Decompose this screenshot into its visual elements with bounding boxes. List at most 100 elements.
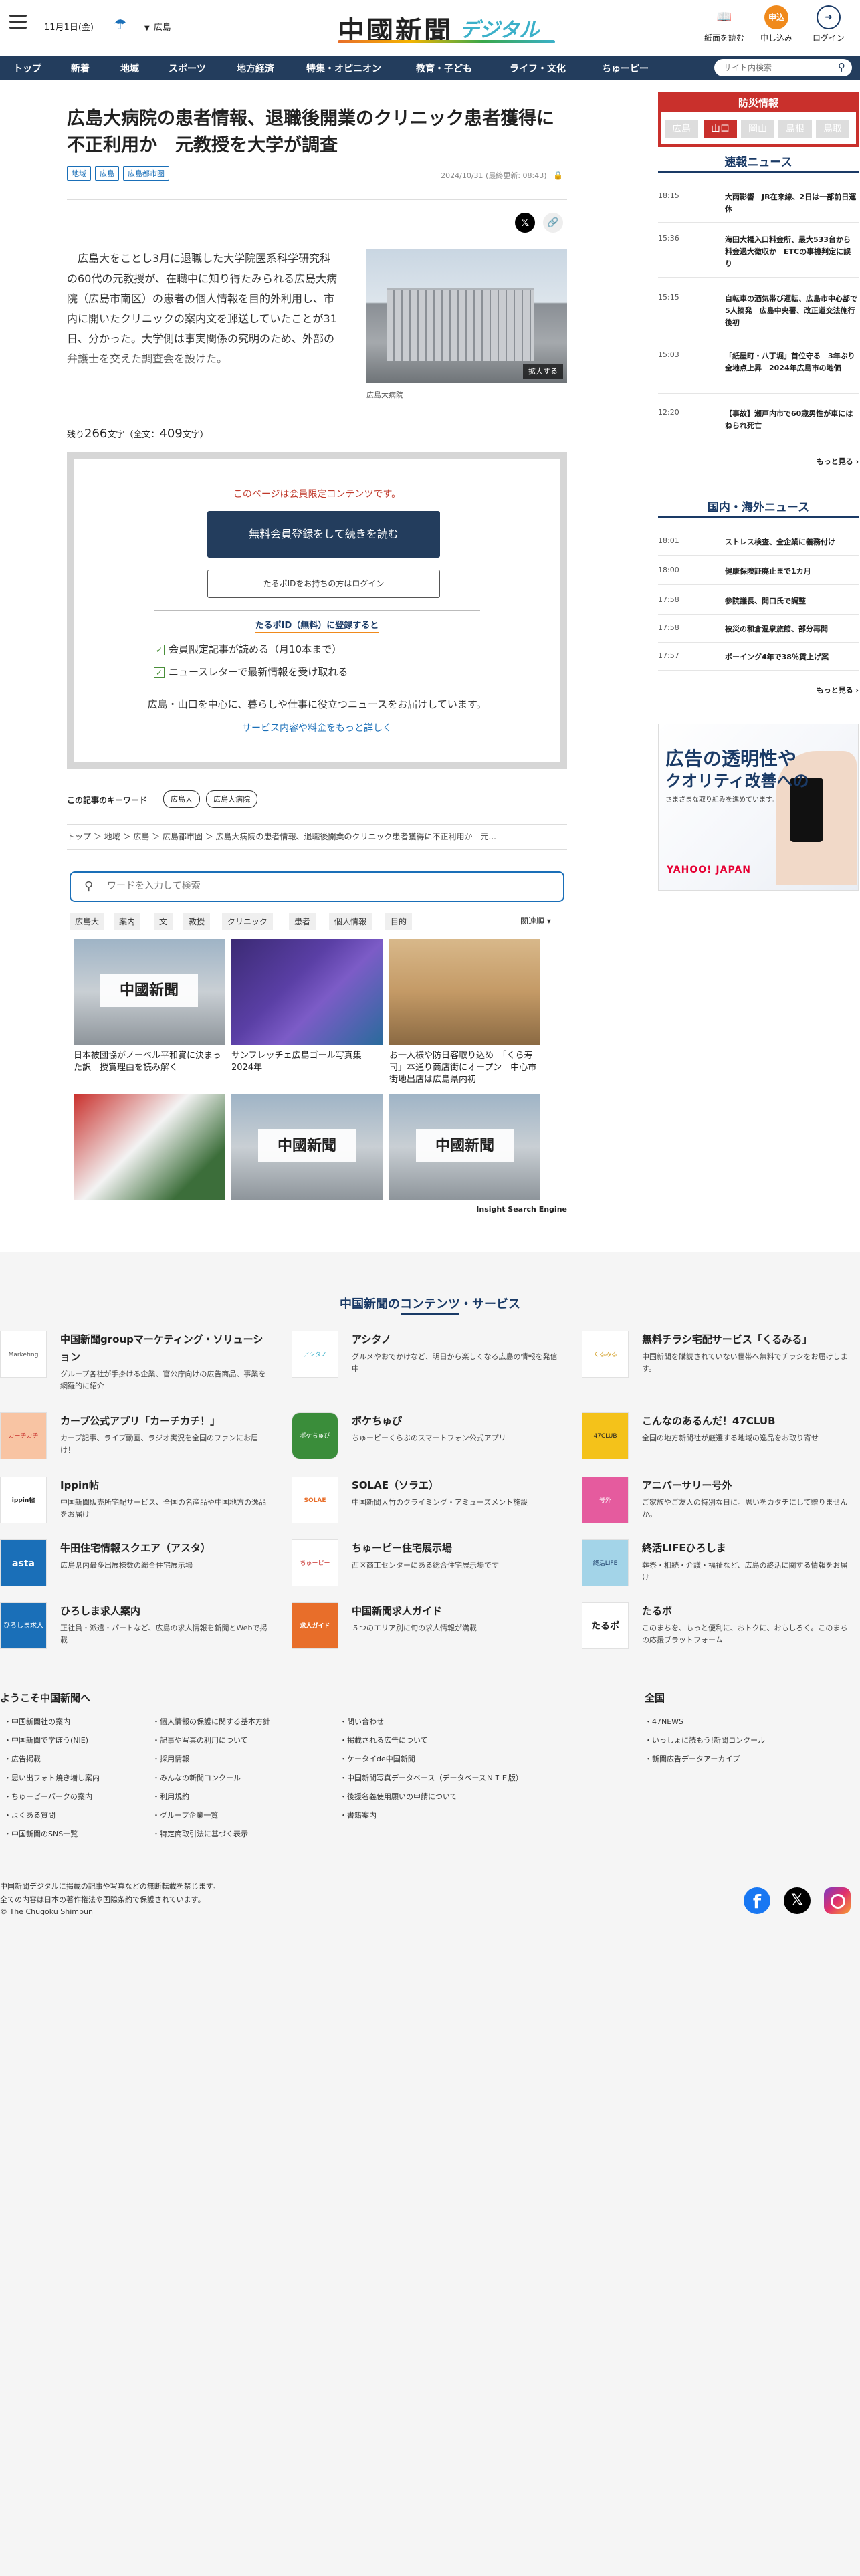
nav-item-top[interactable]: トップ <box>13 62 41 75</box>
service-details-link[interactable]: サービス内容や料金をもっと詳しく <box>74 721 560 734</box>
nav-item-region[interactable]: 地域 <box>120 62 139 75</box>
nav-item-opinion[interactable]: 特集・オピニオン <box>306 62 381 75</box>
insight-search-input[interactable] <box>107 881 508 891</box>
related-word-chip[interactable]: 広島大 <box>70 913 105 930</box>
footer-link[interactable]: いっしょに読もう!新聞コンクール <box>645 1735 765 1745</box>
disaster-tab[interactable]: 山口 <box>704 120 737 138</box>
related-word-chip[interactable]: 患者 <box>289 913 316 930</box>
footer-link[interactable]: 後援名義使用願いの申請について <box>340 1791 457 1802</box>
related-word-chip[interactable]: クリニック <box>222 913 274 930</box>
site-logo[interactable]: 中國新聞 デジタル <box>338 8 555 47</box>
region-selector[interactable]: ▼ 広島 <box>144 20 171 33</box>
footer-link[interactable]: 書籍案内 <box>340 1810 377 1820</box>
copy-link-icon[interactable]: 🔗 <box>543 213 563 233</box>
footer-link[interactable]: 中国新聞社の案内 <box>4 1716 70 1727</box>
footer-link[interactable]: 思い出フォト焼き増し案内 <box>4 1772 100 1783</box>
subscribe-button[interactable]: 申込 申し込み <box>753 5 800 43</box>
service-name: 中国新聞求人ガイド <box>352 1605 443 1617</box>
insight-card[interactable] <box>74 1094 225 1200</box>
card-thumbnail: 中國新聞 <box>231 1094 383 1200</box>
divider <box>658 642 859 643</box>
related-word-chip[interactable]: 個人情報 <box>329 913 372 930</box>
domestic-more-link[interactable]: もっと見る › <box>792 685 859 695</box>
service-logo: asta <box>0 1539 47 1586</box>
keyword-chip[interactable]: 広島大 <box>163 790 200 808</box>
enlarge-button[interactable]: 拡大する <box>523 364 563 379</box>
footer-link[interactable]: 記事や写真の利用について <box>152 1735 248 1745</box>
footer-link[interactable]: よくある質問 <box>4 1810 56 1820</box>
nav-item-education[interactable]: 教育・子ども <box>416 62 472 75</box>
nav-item-life[interactable]: ライフ・文化 <box>510 62 566 75</box>
service-desc: 西区商工センターにある総合住宅展示場です <box>352 1561 499 1570</box>
tag-hiroshima[interactable]: 広島 <box>95 166 119 181</box>
related-word-chip[interactable]: 目的 <box>385 913 413 930</box>
instagram-icon[interactable] <box>824 1887 851 1914</box>
news-headline: 参院議長、開口氏で調整 <box>725 597 806 605</box>
insight-card[interactable]: 中國新聞 日本被団協がノーベル平和賞に決まった訳 授賞理由を読み解く <box>74 939 225 1089</box>
footer-link[interactable]: 広告掲載 <box>4 1753 41 1764</box>
footer-link[interactable]: 個人情報の保護に関する基本方針 <box>152 1716 270 1727</box>
footer-link[interactable]: 利用規約 <box>152 1791 189 1802</box>
footer-link[interactable]: 掲載される広告について <box>340 1735 428 1745</box>
ad-banner[interactable]: 広告の透明性や クオリティ改善への さまざまな取り組みを進めています。 YAHOO… <box>658 724 859 891</box>
disaster-tab[interactable]: 岡山 <box>741 120 774 138</box>
footer-link[interactable]: 中国新聞のSNS一覧 <box>4 1828 78 1839</box>
insight-card[interactable]: お一人様や防日客取り込め 「くら寿司」本通り商店街にオープン 中心市街地出店は広… <box>389 939 540 1089</box>
facebook-icon[interactable]: f <box>744 1887 770 1914</box>
service-name: 終活LIFEひろしま <box>642 1542 726 1554</box>
divider <box>658 584 859 585</box>
nav-item-sports[interactable]: スポーツ <box>169 62 206 75</box>
footer-link[interactable]: ケータイde中国新聞 <box>340 1753 415 1764</box>
card-caption: お一人様や防日客取り込め 「くら寿司」本通り商店街にオープン 中心市街地出店は広… <box>389 1051 537 1085</box>
login-button[interactable]: ➜ ログイン <box>805 5 852 43</box>
service-logo: ポケちゅぴ <box>292 1412 338 1459</box>
region-label: 広島 <box>153 23 171 33</box>
related-word-chip[interactable]: 案内 <box>114 913 141 930</box>
nav-item-chupi[interactable]: ちゅーピー <box>602 62 649 75</box>
read-paper-button[interactable]: 📖 紙面を読む <box>701 5 748 43</box>
keywords-label: この記事のキーワード <box>67 796 148 805</box>
footer-link[interactable]: 問い合わせ <box>340 1716 384 1727</box>
nav-item-economy[interactable]: 地方経済 <box>237 62 274 75</box>
insight-card[interactable]: 中國新聞 <box>231 1094 383 1200</box>
footer-link[interactable]: 中国新聞で学ぼう(NIE) <box>4 1735 88 1745</box>
x-share-icon[interactable]: 𝕏 <box>515 213 535 233</box>
site-header: 11月1日(金) ☂ ▼ 広島 中國新聞 デジタル 📖 紙面を読む 申込 申し込み… <box>0 0 860 53</box>
footer-link[interactable]: 中国新聞写真データベース（データベースＮＩＥ版） <box>340 1772 523 1783</box>
search-icon[interactable]: ⚲ <box>838 61 845 73</box>
nav-item-new[interactable]: 新着 <box>71 62 90 75</box>
article-photo[interactable]: 拡大する <box>366 249 567 383</box>
breaking-more-link[interactable]: もっと見る › <box>792 456 859 467</box>
footer-link[interactable]: 47NEWS <box>645 1716 683 1727</box>
sort-select[interactable]: 関連順 ▾ <box>520 915 551 926</box>
global-nav: トップ 新着 地域 スポーツ 地方経済 特集・オピニオン 教育・子ども ライフ・… <box>0 56 860 80</box>
related-word-chip[interactable]: 教授 <box>183 913 211 930</box>
x-icon[interactable]: 𝕏 <box>784 1887 811 1914</box>
footer-link[interactable]: 新聞広告データアーカイブ <box>645 1753 740 1764</box>
footer-link[interactable]: みんなの新聞コンクール <box>152 1772 241 1783</box>
related-word-chip[interactable]: 文 <box>154 913 173 930</box>
footer-link[interactable]: ちゅーピーパークの案内 <box>4 1791 92 1802</box>
site-search-input[interactable] <box>724 62 824 74</box>
tag-region[interactable]: 地域 <box>67 166 91 181</box>
service-name: 牛田住宅情報スクエア（アスタ） <box>60 1542 211 1554</box>
menu-icon[interactable] <box>9 15 27 29</box>
login-tarobo-button[interactable]: たるポIDをお持ちの方はログイン <box>207 570 440 598</box>
breadcrumb[interactable]: トップ ＞ 地域 ＞ 広島 ＞ 広島都市圏 ＞ 広島大病院の患者情報、退職後開業… <box>67 831 567 842</box>
disaster-tab[interactable]: 鳥取 <box>816 120 849 138</box>
insight-card[interactable]: 中國新聞 <box>389 1094 540 1200</box>
footer-link[interactable]: グループ企業一覧 <box>152 1810 218 1820</box>
news-headline: ストレス検査、全企業に義務付け <box>725 538 835 546</box>
footer-link[interactable]: 特定商取引法に基づく表示 <box>152 1828 248 1839</box>
disaster-tab[interactable]: 広島 <box>665 120 698 138</box>
footer-link[interactable]: 採用情報 <box>152 1753 189 1764</box>
news-time: 18:01 <box>658 536 679 545</box>
tag-metro[interactable]: 広島都市圏 <box>123 166 169 181</box>
service-name: たるポ <box>642 1605 673 1617</box>
tarobo-heading-text: たるポID（無料）に登録すると <box>255 621 379 633</box>
insight-card[interactable]: サンフレッチェ広島ゴール写真集2024年 <box>231 939 383 1089</box>
keyword-chip[interactable]: 広島大病院 <box>206 790 257 808</box>
domestic-news-title: 国内・海外ニュース <box>707 501 810 514</box>
register-button[interactable]: 無料会員登録をして続きを読む <box>207 511 440 558</box>
disaster-tab[interactable]: 島根 <box>778 120 812 138</box>
